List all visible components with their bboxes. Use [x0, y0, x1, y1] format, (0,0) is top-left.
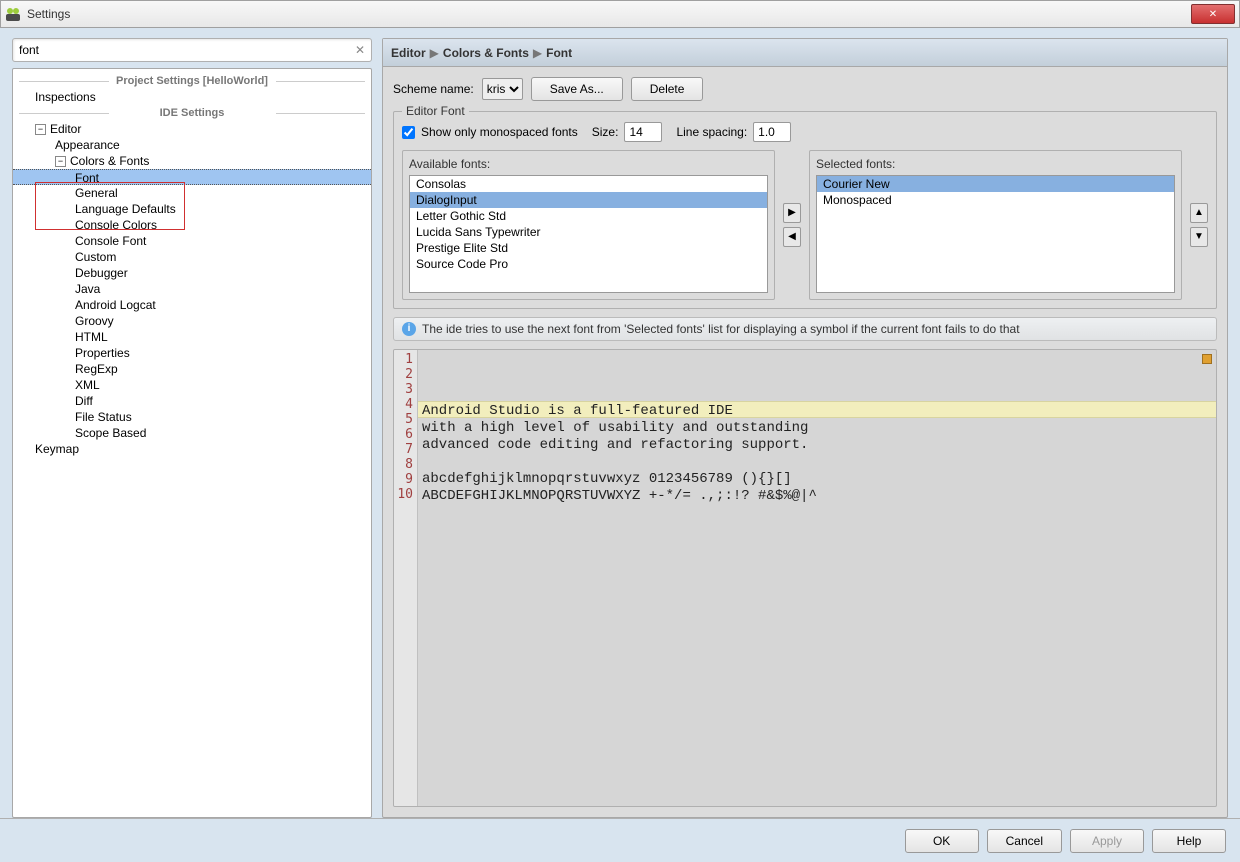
tree-regexp[interactable]: RegExp: [13, 361, 371, 377]
tree-editor[interactable]: −Editor: [13, 121, 371, 137]
tree-debugger[interactable]: Debugger: [13, 265, 371, 281]
list-item[interactable]: Consolas: [410, 176, 767, 192]
hint-text: The ide tries to use the next font from …: [422, 322, 1020, 336]
tree-xml[interactable]: XML: [13, 377, 371, 393]
delete-button[interactable]: Delete: [631, 77, 704, 101]
list-item[interactable]: DialogInput: [410, 192, 767, 208]
list-item[interactable]: Lucida Sans Typewriter: [410, 224, 767, 240]
editor-content[interactable]: Android Studio is a full-featured IDE wi…: [418, 350, 1216, 806]
titlebar: Settings ✕: [0, 0, 1240, 28]
tree-scope-based[interactable]: Scope Based: [13, 425, 371, 441]
ok-button[interactable]: OK: [905, 829, 979, 853]
editor-font-legend: Editor Font: [402, 104, 469, 118]
hint-bar: i The ide tries to use the next font fro…: [393, 317, 1217, 341]
chevron-right-icon: ▶: [533, 46, 542, 60]
help-button[interactable]: Help: [1152, 829, 1226, 853]
tree-java[interactable]: Java: [13, 281, 371, 297]
size-label: Size:: [592, 125, 619, 139]
tree-language-defaults[interactable]: Language Defaults: [13, 201, 371, 217]
settings-tree[interactable]: Project Settings [HelloWorld] Inspection…: [12, 68, 372, 818]
sidebar: ✕ Project Settings [HelloWorld] Inspecti…: [12, 38, 372, 818]
available-fonts-list[interactable]: ConsolasDialogInputLetter Gothic StdLuci…: [409, 175, 768, 293]
scheme-name-label: Scheme name:: [393, 82, 474, 96]
chevron-right-icon: ▶: [430, 46, 439, 60]
monospaced-checkbox[interactable]: [402, 126, 415, 139]
tree-colors-fonts[interactable]: −Colors & Fonts: [13, 153, 371, 169]
list-item[interactable]: Letter Gothic Std: [410, 208, 767, 224]
line-gutter: 12345678910: [394, 350, 418, 806]
expander-icon[interactable]: −: [55, 156, 66, 167]
cancel-button[interactable]: Cancel: [987, 829, 1062, 853]
tree-html[interactable]: HTML: [13, 329, 371, 345]
breadcrumb-editor[interactable]: Editor: [391, 46, 426, 60]
move-down-button[interactable]: ▼: [1190, 227, 1208, 247]
project-settings-separator: Project Settings [HelloWorld]: [13, 75, 371, 87]
list-item[interactable]: Source Code Pro: [410, 256, 767, 272]
selected-fonts-label: Selected fonts:: [816, 157, 1175, 171]
close-button[interactable]: ✕: [1191, 4, 1235, 24]
info-icon: i: [402, 322, 416, 336]
available-fonts-label: Available fonts:: [409, 157, 768, 171]
clear-search-icon[interactable]: ✕: [352, 42, 368, 58]
search-input[interactable]: [12, 38, 372, 62]
available-fonts-box: Available fonts: ConsolasDialogInputLett…: [402, 150, 775, 300]
tree-general[interactable]: General: [13, 185, 371, 201]
preview-editor[interactable]: 12345678910 Android Studio is a full-fea…: [393, 349, 1217, 807]
breadcrumb-font: Font: [546, 46, 572, 60]
line-spacing-input[interactable]: [753, 122, 791, 142]
list-item[interactable]: Monospaced: [817, 192, 1174, 208]
move-right-button[interactable]: ▶: [783, 203, 801, 223]
tree-properties[interactable]: Properties: [13, 345, 371, 361]
breadcrumb-colors-fonts[interactable]: Colors & Fonts: [443, 46, 529, 60]
breadcrumb: Editor ▶ Colors & Fonts ▶ Font: [383, 39, 1227, 67]
list-item[interactable]: Prestige Elite Std: [410, 240, 767, 256]
list-item[interactable]: Courier New: [817, 176, 1174, 192]
move-up-button[interactable]: ▲: [1190, 203, 1208, 223]
main-panel: Editor ▶ Colors & Fonts ▶ Font Scheme na…: [382, 38, 1228, 818]
tree-appearance[interactable]: Appearance: [13, 137, 371, 153]
line-spacing-label: Line spacing:: [676, 125, 747, 139]
window-title: Settings: [27, 7, 1191, 21]
tree-font[interactable]: Font: [13, 169, 371, 185]
size-input[interactable]: [624, 122, 662, 142]
scheme-select[interactable]: kris: [482, 78, 523, 100]
selected-fonts-list[interactable]: Courier NewMonospaced: [816, 175, 1175, 293]
tree-console-colors[interactable]: Console Colors: [13, 217, 371, 233]
move-left-button[interactable]: ◀: [783, 227, 801, 247]
save-as-button[interactable]: Save As...: [531, 77, 623, 101]
apply-button[interactable]: Apply: [1070, 829, 1144, 853]
tree-diff[interactable]: Diff: [13, 393, 371, 409]
editor-font-fieldset: Editor Font Show only monospaced fonts S…: [393, 111, 1217, 309]
expander-icon[interactable]: −: [35, 124, 46, 135]
stripe-marker: [1202, 354, 1212, 364]
tree-file-status[interactable]: File Status: [13, 409, 371, 425]
tree-android-logcat[interactable]: Android Logcat: [13, 297, 371, 313]
tree-groovy[interactable]: Groovy: [13, 313, 371, 329]
tree-keymap[interactable]: Keymap: [13, 441, 371, 457]
monospaced-label: Show only monospaced fonts: [421, 125, 578, 139]
tree-inspections[interactable]: Inspections: [13, 89, 371, 105]
ide-settings-separator: IDE Settings: [13, 107, 371, 119]
tree-console-font[interactable]: Console Font: [13, 233, 371, 249]
selected-fonts-box: Selected fonts: Courier NewMonospaced: [809, 150, 1182, 300]
app-icon: [5, 6, 21, 22]
tree-custom[interactable]: Custom: [13, 249, 371, 265]
dialog-footer: OK Cancel Apply Help: [0, 818, 1240, 862]
